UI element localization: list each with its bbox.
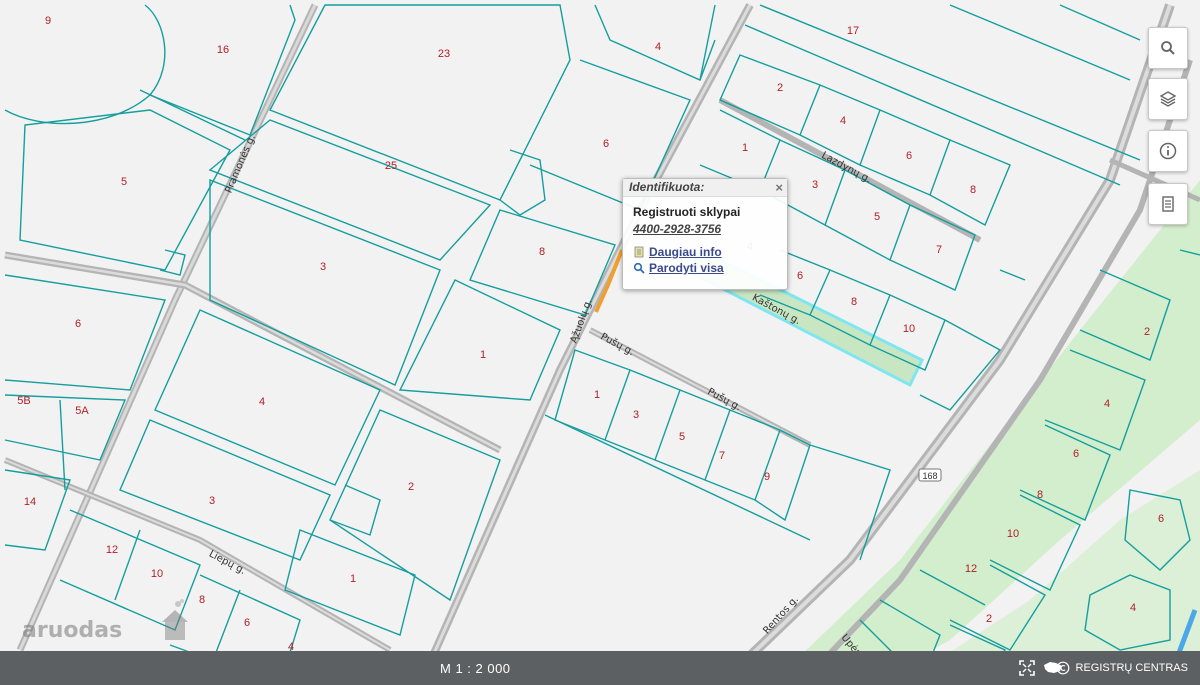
close-icon[interactable]: × [775,179,783,196]
plot-number: 5B [17,395,30,407]
fullscreen-icon[interactable] [1018,659,1036,677]
plot-number: 7 [719,450,725,462]
plot-number: 3 [209,495,215,507]
plot-number: 5 [679,431,685,443]
plot-number: 6 [244,617,250,629]
plot-number: 2 [408,481,414,493]
plot-number: 7 [936,244,942,256]
plot-number: 5 [874,211,880,223]
legend-button[interactable] [1148,183,1188,225]
plot-number: 8 [539,246,545,258]
plot-number: 1 [350,573,356,585]
plot-number: 1 [742,142,748,154]
plot-number: 4 [1130,602,1136,614]
plot-number: 2 [1144,326,1150,338]
road-number-badge: 168 [918,468,942,482]
cadastral-map[interactable]: 9 16 23 4 17 5 25 6 3 8 1 6 5B 5A 4 14 3… [0,0,1200,685]
plot-number: 10 [1007,528,1019,540]
plot-number: 3 [633,409,639,421]
copyright-icon [1056,661,1069,675]
magnifier-icon [633,262,645,274]
plot-number: 10 [151,568,163,580]
plot-number: 16 [217,44,229,56]
more-info-label: Daugiau info [649,245,722,259]
info-button[interactable] [1148,130,1188,172]
document-icon [634,246,644,258]
plot-number: 4 [1104,398,1110,410]
plot-number: 23 [438,48,450,60]
plot-number: 1 [594,389,600,401]
plot-number: 6 [797,270,803,282]
house-logo-icon [162,599,188,640]
copyright-label: REGISTRŲ CENTRAS [1075,662,1188,674]
plot-number: 12 [106,544,118,556]
plot-number: 1 [480,349,486,361]
parcel-id-link[interactable]: 4400-2928-3756 [633,222,787,236]
scale-label: M 1 : 2 000 [440,661,511,676]
plot-number: 3 [812,179,818,191]
copyright: REGISTRŲ CENTRAS [1056,661,1188,675]
plot-number: 25 [385,160,397,172]
layers-icon [1159,91,1177,107]
popup-title: Registruoti sklypai [633,205,741,219]
plot-number: 4 [655,41,661,53]
plot-number: 6 [603,138,609,150]
plot-number: 8 [851,296,857,308]
plot-number: 8 [970,184,976,196]
document-icon [1162,196,1174,212]
plot-number: 17 [847,25,859,37]
plot-number: 6 [75,318,81,330]
plot-number: 8 [1037,489,1043,501]
plot-number: 14 [24,496,36,508]
plot-number: 4 [259,396,265,408]
plot-number: 12 [965,563,977,575]
plot-number: 4 [840,115,846,127]
popup-header: Identifikuota: × [623,179,787,197]
plot-number: 2 [986,613,992,625]
bottom-bar: M 1 : 2 000 REGISTRŲ CENTRAS [0,651,1200,685]
plot-number: 6 [1073,448,1079,460]
plot-number: 5 [121,176,127,188]
show-all-label: Parodyti visa [649,261,724,275]
plot-number: 9 [764,471,770,483]
search-button[interactable] [1148,27,1188,69]
plot-number: 9 [45,15,51,27]
watermark-text: aruodas [22,618,123,643]
plot-number: 10 [903,323,915,335]
search-icon [1161,41,1175,55]
plot-number: 8 [199,594,205,606]
plot-number: 5A [75,405,89,417]
plot-number: 2 [777,82,783,94]
more-info-link[interactable]: Daugiau info [633,244,787,260]
popup-header-label: Identifikuota: [629,180,705,194]
info-icon [1159,142,1177,160]
plot-number: 3 [320,261,326,273]
plot-number: 6 [1158,513,1164,525]
identification-popup: Identifikuota: × Registruoti sklypai 440… [622,178,788,290]
plot-number: 6 [906,150,912,162]
svg-text:168: 168 [922,471,937,481]
layers-button[interactable] [1148,78,1188,120]
show-all-link[interactable]: Parodyti visa [633,260,787,276]
